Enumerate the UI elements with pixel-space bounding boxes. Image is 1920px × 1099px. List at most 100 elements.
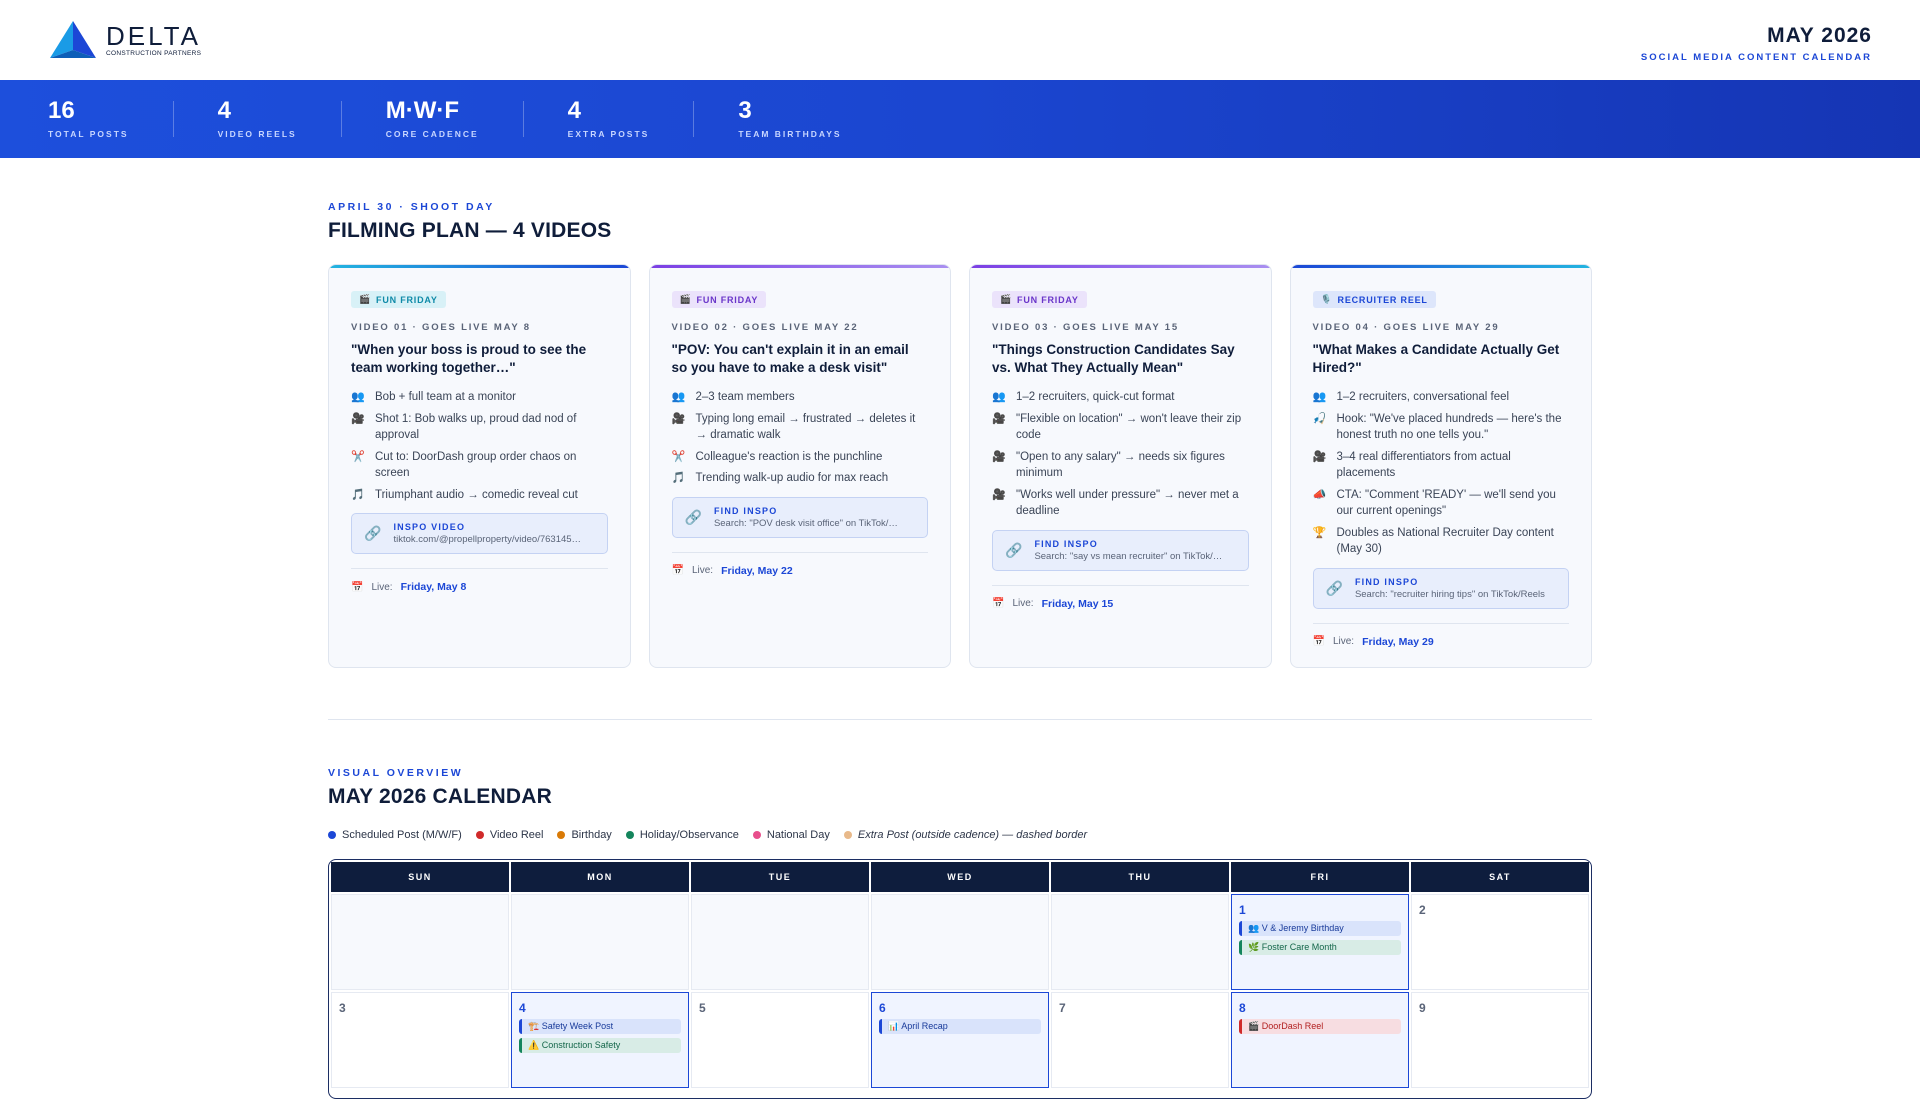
video-card-04[interactable]: 🎙️ RECRUITER REEL VIDEO 04 · GOES LIVE M… bbox=[1289, 264, 1592, 668]
camera-icon: 🎥 bbox=[992, 412, 1006, 425]
live-label: Live: bbox=[1012, 598, 1034, 609]
camera-icon: 🎥 bbox=[351, 412, 365, 425]
calendar-day-empty bbox=[331, 894, 509, 990]
list-item: 🎥 Typing long email → frustrated → delete… bbox=[672, 411, 929, 444]
calendar-day-empty bbox=[871, 894, 1049, 990]
stat-value: 4 bbox=[217, 97, 231, 124]
calendar-day-6[interactable]: 6 📊 April Recap bbox=[871, 992, 1049, 1088]
calendar-day-empty bbox=[691, 894, 869, 990]
live-date: Friday, May 15 bbox=[1041, 597, 1114, 610]
scissors-icon: ✂️ bbox=[671, 450, 686, 463]
tag-badge: 🎬 FUN FRIDAY bbox=[671, 291, 767, 308]
list-item: 📣 CTA: "Comment 'READY' — we'll send you … bbox=[1313, 487, 1570, 520]
music-icon: 🎵 bbox=[671, 472, 686, 484]
legend-dot bbox=[475, 831, 484, 839]
clapper-icon: 🎬 bbox=[1000, 294, 1013, 304]
calendar-event[interactable]: 🌿 Foster Care Month bbox=[1239, 940, 1401, 955]
legend-dot bbox=[625, 831, 634, 839]
day-number: 9 bbox=[1419, 1001, 1426, 1015]
card-accent-line bbox=[329, 265, 630, 268]
stat-label: TOTAL POSTS bbox=[48, 129, 129, 139]
live-label: Live: bbox=[1332, 636, 1355, 647]
card-title: "POV: You can't explain it in an email s… bbox=[671, 342, 909, 375]
calendar-day-9[interactable]: 9 bbox=[1411, 992, 1589, 1088]
calendar-day-5[interactable]: 5 bbox=[691, 992, 869, 1088]
calendar-icon: 📅 bbox=[1312, 636, 1325, 647]
filming-title: FILMING PLAN — 4 VIDEOS bbox=[328, 219, 612, 242]
list-item: 🎥 "Open to any salary" → needs six figure… bbox=[992, 449, 1249, 482]
page-title: MAY 2026 bbox=[1767, 24, 1872, 47]
calendar-day-7[interactable]: 7 bbox=[1051, 992, 1229, 1088]
stat-value: M·W·F bbox=[385, 97, 460, 124]
list-item: 👥 Bob + full team at a monitor bbox=[351, 389, 608, 406]
card-title: "Things Construction Candidates Say vs. … bbox=[992, 342, 1235, 375]
stat-value: 3 bbox=[738, 97, 752, 124]
stat-label: CORE CADENCE bbox=[385, 129, 479, 139]
legend-item: National Day bbox=[752, 829, 830, 841]
list-item: 👥 1–2 recruiters, quick-cut format bbox=[992, 389, 1249, 406]
inspo-text: tiktok.com/@propellproperty/video/763145… bbox=[393, 534, 582, 545]
calendar-event[interactable]: 👥 V & Jeremy Birthday bbox=[1239, 921, 1401, 936]
scissors-icon: ✂️ bbox=[351, 450, 365, 463]
card-accent-line bbox=[649, 265, 950, 268]
tag-label: RECRUITER REEL bbox=[1337, 294, 1428, 305]
calendar-day-empty bbox=[1051, 894, 1229, 990]
tag-badge: 🎬 FUN FRIDAY bbox=[351, 291, 446, 308]
day-number: 8 bbox=[1239, 1001, 1246, 1015]
calendar-day-empty bbox=[511, 894, 689, 990]
card-accent-line bbox=[970, 265, 1271, 268]
link-icon: 🔗 bbox=[364, 525, 382, 541]
calendar-event[interactable]: 📊 April Recap bbox=[879, 1019, 1041, 1034]
calendar-day-2[interactable]: 2 bbox=[1411, 894, 1589, 990]
delta-logo-icon bbox=[50, 21, 96, 58]
card-meta: VIDEO 01 · GOES LIVE MAY 8 bbox=[351, 322, 531, 333]
trophy-icon: 🏆 bbox=[1312, 526, 1327, 539]
calendar-event[interactable]: 🏗️ Safety Week Post bbox=[519, 1019, 681, 1034]
month-calendar: SUN MON TUE WED THU FRI SAT 1 👥 V & Jere… bbox=[328, 859, 1592, 1099]
stat-label: TEAM BIRTHDAYS bbox=[738, 129, 842, 139]
fishing-hook-icon: 🎣 bbox=[1312, 412, 1327, 425]
stat-value: 4 bbox=[567, 97, 582, 124]
link-icon: 🔗 bbox=[1005, 541, 1023, 558]
list-item: ✂️ Colleague's reaction is the punchline bbox=[672, 449, 929, 466]
inspo-link[interactable]: 🔗 FIND INSPO Search: "say vs mean recrui… bbox=[992, 529, 1249, 571]
brand-logo[interactable]: DELTA CONSTRUCTION PARTNERS bbox=[48, 20, 201, 60]
list-item: 🎥 "Works well under pressure" → never met… bbox=[992, 487, 1249, 520]
camera-icon: 🎥 bbox=[1312, 450, 1327, 463]
brand-name: DELTA bbox=[106, 20, 201, 51]
calendar-day-4[interactable]: 4 🏗️ Safety Week Post ⚠️ Construction Sa… bbox=[511, 992, 689, 1088]
live-date-row: 📅 Live: Friday, May 22 bbox=[671, 551, 928, 577]
list-item: 🎥 "Flexible on location" → won't leave th… bbox=[992, 411, 1249, 444]
calendar-event[interactable]: 🎬 DoorDash Reel bbox=[1239, 1019, 1401, 1034]
stat-value: 16 bbox=[48, 97, 75, 124]
video-card-02[interactable]: 🎬 FUN FRIDAY VIDEO 02 · GOES LIVE MAY 22… bbox=[648, 264, 951, 668]
video-card-03[interactable]: 🎬 FUN FRIDAY VIDEO 03 · GOES LIVE MAY 15… bbox=[969, 264, 1272, 668]
day-number: 6 bbox=[879, 1001, 886, 1015]
people-icon: 👥 bbox=[671, 391, 686, 403]
stat-label: VIDEO REELS bbox=[217, 129, 297, 139]
legend-item: Birthday bbox=[557, 829, 612, 841]
inspo-link[interactable]: 🔗 FIND INSPO Search: "POV desk visit off… bbox=[671, 496, 928, 538]
card-meta: VIDEO 02 · GOES LIVE MAY 22 bbox=[671, 322, 859, 333]
calendar-day-8[interactable]: 8 🎬 DoorDash Reel bbox=[1231, 992, 1409, 1088]
tag-badge: 🎬 FUN FRIDAY bbox=[992, 291, 1087, 308]
inspo-link[interactable]: 🔗 FIND INSPO Search: "recruiter hiring t… bbox=[1312, 567, 1569, 609]
card-bullets: 👥 2–3 team members 🎥 Typing long email → f… bbox=[672, 389, 929, 487]
weekday-header: TUE bbox=[691, 862, 869, 892]
video-card-01[interactable]: 🎬 FUN FRIDAY VIDEO 01 · GOES LIVE MAY 8 … bbox=[328, 264, 631, 668]
camera-icon: 🎥 bbox=[992, 488, 1006, 501]
list-item: 🎣 Hook: "We've placed hundreds — here's t… bbox=[1313, 411, 1570, 444]
calendar-day-1[interactable]: 1 👥 V & Jeremy Birthday 🌿 Foster Care Mo… bbox=[1231, 894, 1409, 990]
live-date: Friday, May 8 bbox=[400, 581, 467, 593]
microphone-icon: 🎙️ bbox=[1320, 294, 1333, 304]
inspo-link[interactable]: 🔗 INSPO VIDEO tiktok.com/@propellpropert… bbox=[351, 513, 608, 554]
inspo-label: FIND INSPO bbox=[1034, 538, 1098, 549]
list-item: 🎵 Trending walk-up audio for max reach bbox=[672, 470, 929, 487]
stat-video-reels: 4 VIDEO REELS bbox=[217, 97, 342, 139]
calendar-event[interactable]: ⚠️ Construction Safety bbox=[519, 1038, 681, 1053]
calendar-day-3[interactable]: 3 bbox=[331, 992, 509, 1088]
camera-icon: 🎥 bbox=[671, 412, 686, 425]
overview-eyebrow: VISUAL OVERVIEW bbox=[328, 767, 464, 779]
tag-label: FUN FRIDAY bbox=[376, 294, 438, 305]
card-title: "When your boss is proud to see the team… bbox=[351, 342, 587, 375]
